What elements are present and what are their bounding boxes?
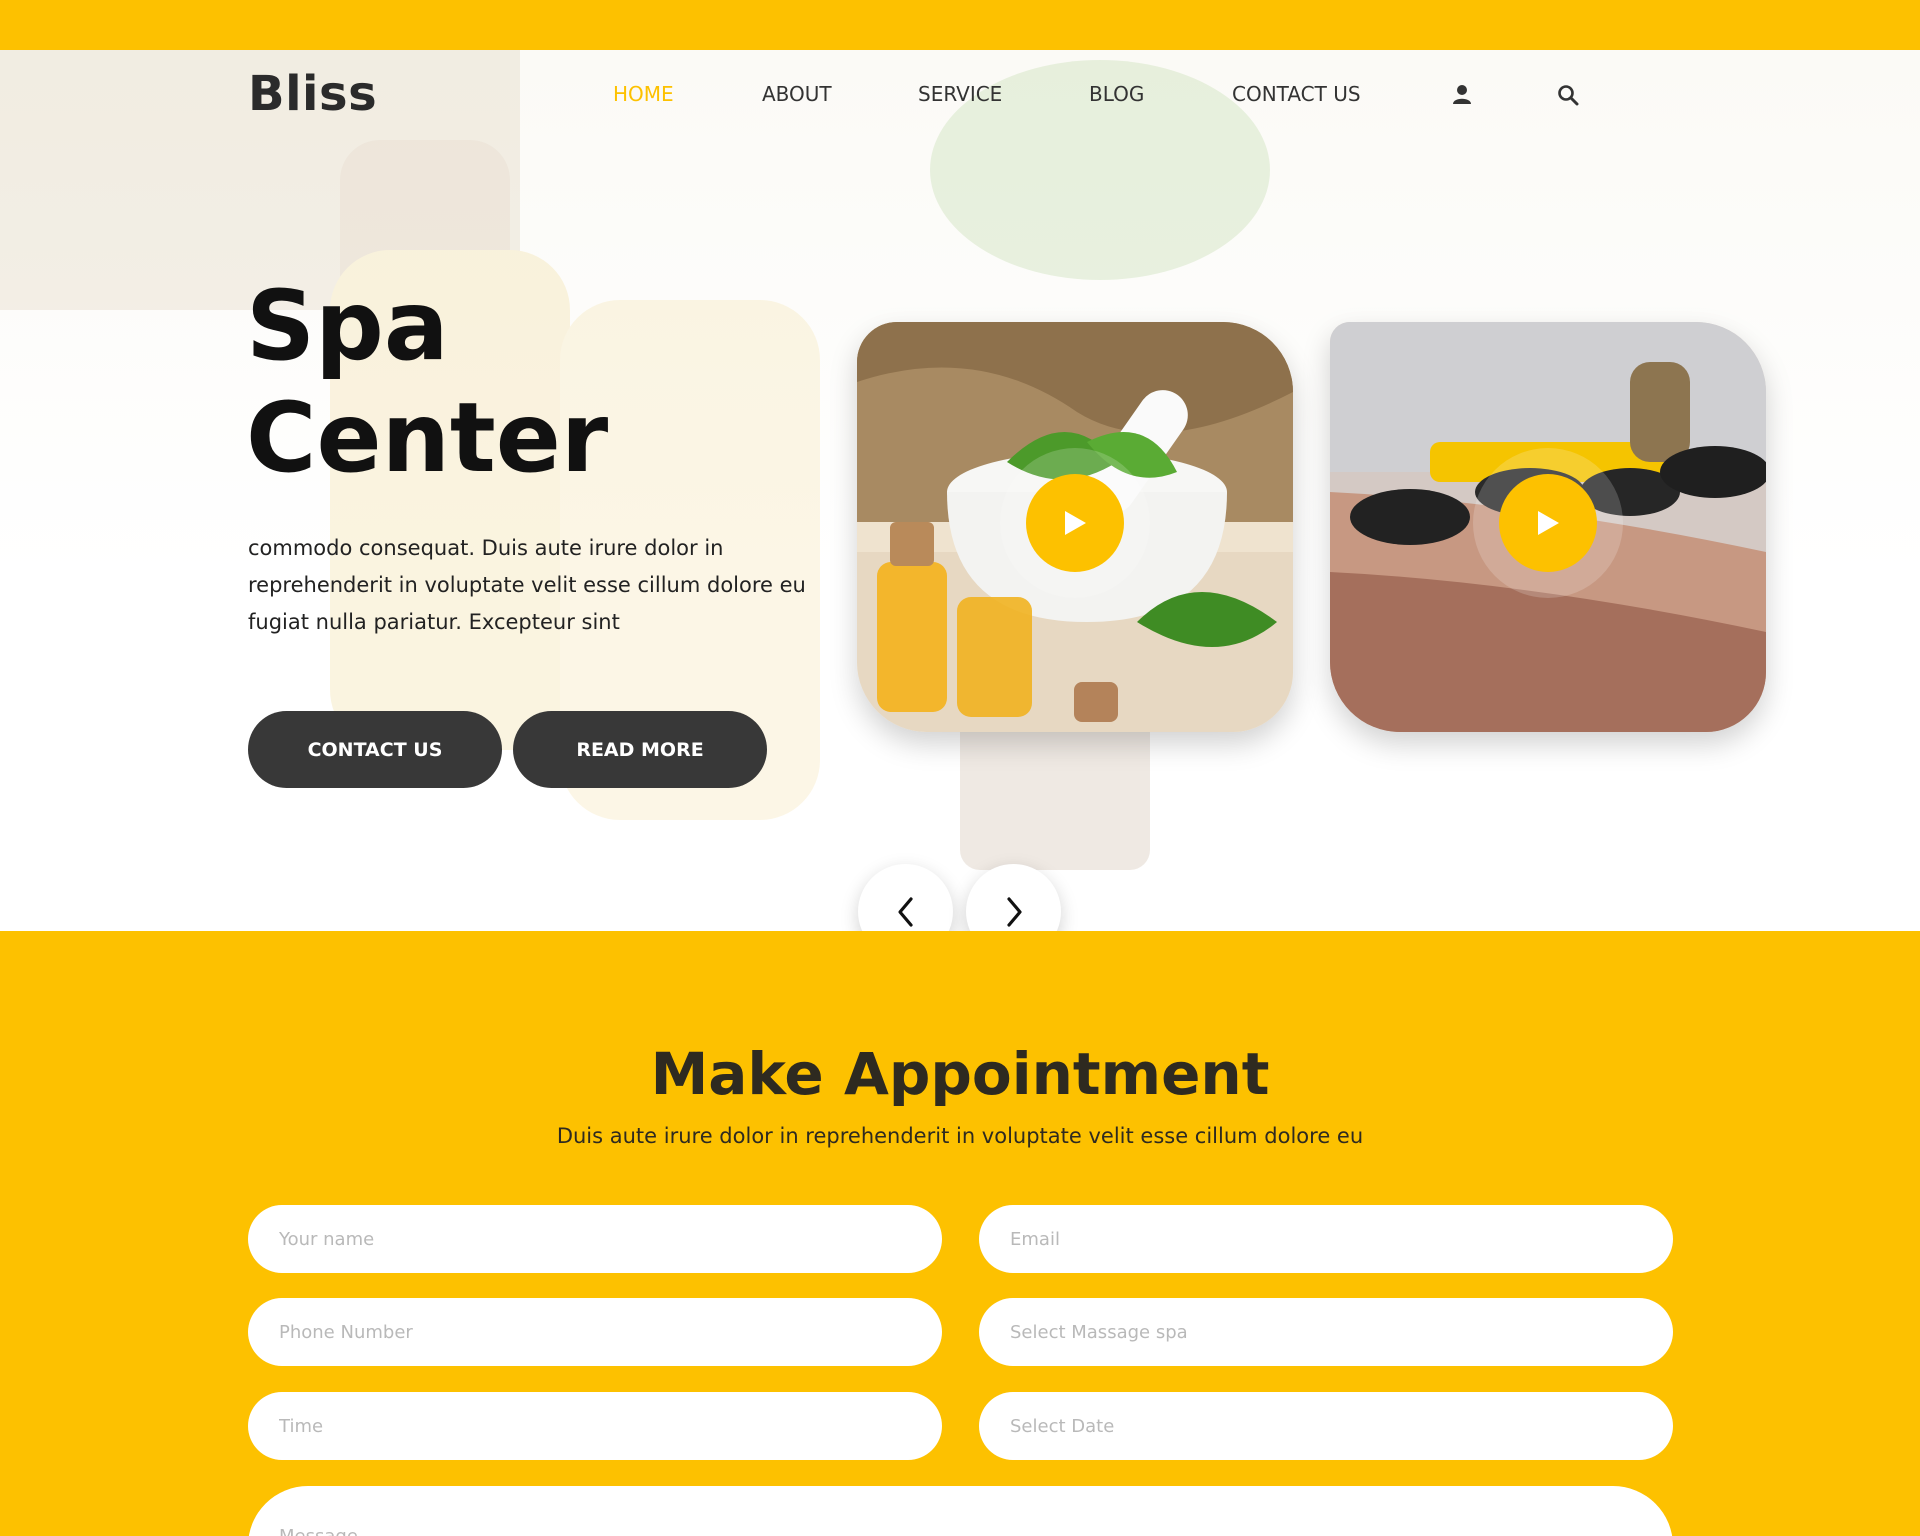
play-icon [1065, 511, 1086, 535]
search-icon[interactable] [1557, 84, 1579, 106]
video-card-oils[interactable] [857, 322, 1293, 732]
email-field[interactable] [979, 1205, 1673, 1273]
hero-title: Spa Center [246, 270, 608, 494]
appointment-subtitle: Duis aute irure dolor in reprehenderit i… [556, 1124, 1364, 1148]
user-icon[interactable] [1451, 84, 1473, 106]
time-field[interactable] [248, 1392, 942, 1460]
hero-title-line-2: Center [246, 382, 609, 494]
chevron-right-icon [1006, 896, 1022, 927]
play-button[interactable] [1026, 474, 1124, 572]
contact-us-button[interactable]: CONTACT US [248, 711, 502, 788]
nav-service[interactable]: SERVICE [918, 82, 1002, 106]
hero-description: commodo consequat. Duis aute irure dolor… [248, 536, 806, 634]
main-nav: HOME ABOUT SERVICE BLOG CONTACT US [0, 82, 1920, 112]
top-accent-bar [0, 0, 1920, 50]
read-more-button[interactable]: READ MORE [513, 711, 767, 788]
date-field[interactable] [979, 1392, 1673, 1460]
play-icon [1538, 511, 1559, 535]
phone-field[interactable] [248, 1298, 942, 1366]
name-field[interactable] [248, 1205, 942, 1273]
nav-blog[interactable]: BLOG [1089, 82, 1144, 106]
video-card-stones[interactable] [1330, 322, 1766, 732]
chevron-left-icon [897, 896, 913, 927]
play-button[interactable] [1499, 474, 1597, 572]
nav-home[interactable]: HOME [613, 82, 674, 106]
hero-title-line-1: Spa [246, 270, 449, 382]
nav-about[interactable]: ABOUT [762, 82, 832, 106]
message-field[interactable] [248, 1486, 1673, 1536]
appointment-title: Make Appointment [650, 1040, 1270, 1108]
massage-select[interactable] [979, 1298, 1673, 1366]
nav-contact-us[interactable]: CONTACT US [1232, 82, 1361, 106]
